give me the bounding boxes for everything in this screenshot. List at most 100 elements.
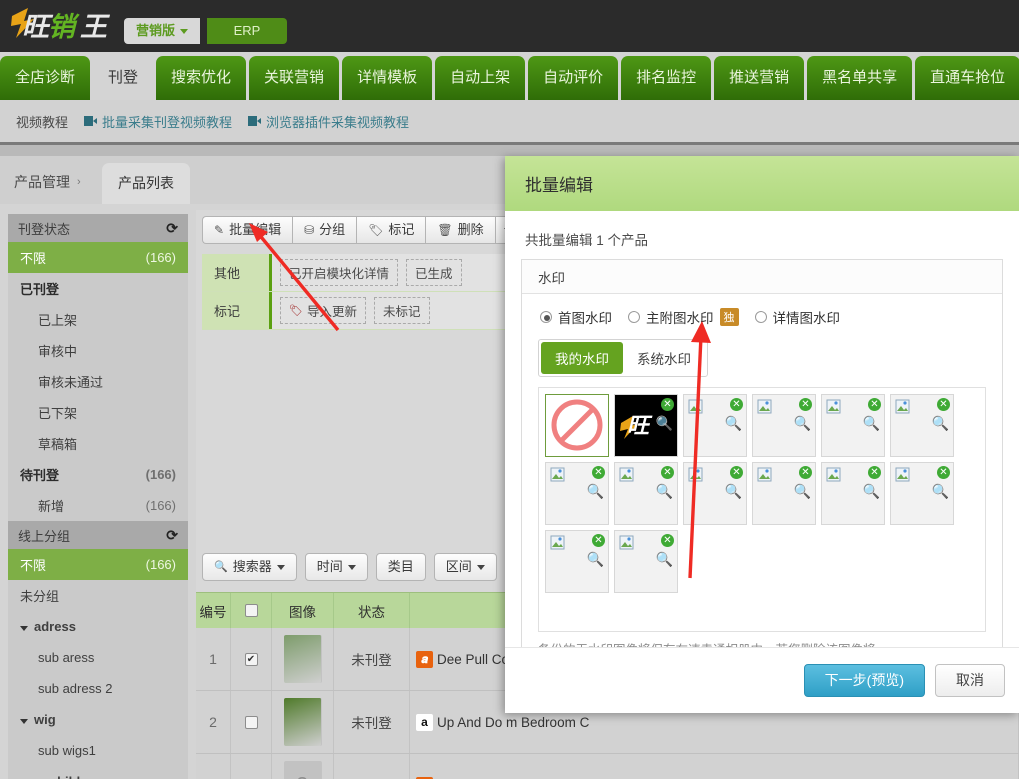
caret-down-icon[interactable] (20, 719, 28, 724)
col-header-select-all[interactable] (231, 593, 272, 628)
sidebar-item-1-4[interactable]: sub adress 2 (8, 673, 188, 704)
video-link-batch[interactable]: 批量采集刊登视频教程 (84, 112, 232, 131)
sidebar-item-0-4[interactable]: 审核未通过 (8, 366, 188, 397)
nav-tab-4[interactable]: 详情模板 (342, 56, 433, 100)
watermark-thumbnail-4[interactable]: ✕ 🔍 (821, 394, 885, 457)
refresh-icon[interactable]: ⟳ (166, 220, 178, 237)
sidebar-item-0-7[interactable]: 待刊登 (166) (8, 459, 188, 490)
video-link-plugin[interactable]: 浏览器插件采集视频教程 (248, 112, 409, 131)
delete-icon[interactable]: ✕ (868, 398, 881, 411)
watermark-thumbnail-5[interactable]: ✕ 🔍 (890, 394, 954, 457)
watermark-thumbnail-3[interactable]: ✕ 🔍 (752, 394, 816, 457)
watermark-thumbnail-6[interactable]: ✕ 🔍 (545, 462, 609, 525)
search-filter-button-1[interactable]: 时间 (304, 553, 368, 581)
toolbar-button-sitemap[interactable]: ⛁ 分组 (292, 216, 357, 244)
row-checkbox[interactable]: ✔ (244, 652, 258, 666)
watermark-thumbnail-0[interactable] (545, 394, 609, 457)
cell-checkbox[interactable]: ✔ (231, 628, 272, 690)
watermark-radio-2[interactable]: 详情图水印 (754, 307, 840, 327)
erp-button[interactable]: ERP (207, 18, 287, 44)
zoom-icon[interactable]: 🔍 (656, 415, 673, 432)
sidebar-item-0-1[interactable]: 已刊登 (8, 273, 188, 304)
watermark-radio-0[interactable]: 首图水印 (540, 307, 612, 327)
sidebar-item-0-5[interactable]: 已下架 (8, 397, 188, 428)
cell-checkbox[interactable] (231, 691, 272, 753)
delete-icon[interactable]: ✕ (592, 466, 605, 479)
delete-icon[interactable]: ✕ (868, 466, 881, 479)
sidebar-item-0-0[interactable]: 不限 (166) (8, 242, 188, 273)
delete-icon[interactable]: ✕ (937, 398, 950, 411)
radio-button-icon[interactable] (628, 311, 640, 323)
zoom-icon[interactable]: 🔍 (725, 415, 742, 432)
zoom-icon[interactable]: 🔍 (932, 415, 949, 432)
refresh-icon[interactable]: ⟳ (166, 527, 178, 544)
nav-tab-6[interactable]: 自动评价 (528, 56, 619, 100)
delete-icon[interactable]: ✕ (730, 466, 743, 479)
nav-tab-3[interactable]: 关联营销 (249, 56, 340, 100)
nav-tab-7[interactable]: 排名监控 (621, 56, 712, 100)
toolbar-button-trash[interactable]: 🗑 删除 (425, 216, 495, 244)
version-selector[interactable]: 营销版 (124, 18, 201, 44)
zoom-icon[interactable]: 🔍 (794, 483, 811, 500)
nav-tab-9[interactable]: 黑名单共享 (807, 56, 913, 100)
zoom-icon[interactable]: 🔍 (863, 483, 880, 500)
breadcrumb-root[interactable]: 产品管理 (14, 172, 70, 192)
sidebar-item-1-0[interactable]: 不限 (166) (8, 549, 188, 580)
delete-icon[interactable]: ✕ (937, 466, 950, 479)
delete-icon[interactable]: ✕ (799, 466, 812, 479)
watermark-thumbnail-13[interactable]: ✕ 🔍 (614, 530, 678, 593)
cell-checkbox[interactable] (231, 754, 272, 779)
watermark-thumbnail-2[interactable]: ✕ 🔍 (683, 394, 747, 457)
filter-chip[interactable]: 已生成 (406, 259, 462, 286)
tab-product-list[interactable]: 产品列表 (102, 163, 190, 204)
sidebar-item-1-5[interactable]: wig (8, 704, 188, 735)
filter-chip[interactable]: 🏷 导入更新 (280, 297, 366, 324)
watermark-thumbnail-1[interactable]: 旺 ✕ 🔍 (614, 394, 678, 457)
filter-chip[interactable]: 未标记 (373, 297, 430, 324)
toolbar-button-edit[interactable]: ✎ 批量编辑 (202, 216, 293, 244)
nav-tab-1[interactable]: 刊登 (93, 56, 154, 100)
zoom-icon[interactable]: 🔍 (794, 415, 811, 432)
radio-button-icon[interactable] (754, 311, 767, 323)
nav-tab-8[interactable]: 推送营销 (714, 56, 805, 100)
sidebar-item-0-2[interactable]: 已上架 (8, 304, 188, 335)
watermark-thumbnail-11[interactable]: ✕ 🔍 (890, 462, 954, 525)
search-filter-button-2[interactable]: 类目 (375, 553, 426, 581)
sidebar-item-1-7[interactable]: nochild group (8, 766, 188, 779)
zoom-icon[interactable]: 🔍 (863, 415, 880, 432)
table-row[interactable]: 3? 未刊登𝒂Product Fou (196, 754, 1019, 779)
nav-tab-0[interactable]: 全店诊断 (0, 56, 91, 100)
toolbar-button-tag[interactable]: 🏷 标记 (356, 216, 426, 244)
watermark-radio-1[interactable]: 主附图水印独 (628, 307, 739, 327)
delete-icon[interactable]: ✕ (592, 534, 605, 547)
sidebar-item-1-1[interactable]: 未分组 (8, 580, 188, 611)
zoom-icon[interactable]: 🔍 (587, 551, 604, 568)
search-filter-button-3[interactable]: 区间 (433, 553, 497, 581)
sidebar-item-1-2[interactable]: adress (8, 611, 188, 642)
sidebar-item-0-6[interactable]: 草稿箱 (8, 428, 188, 459)
caret-down-icon[interactable] (20, 626, 28, 631)
row-checkbox[interactable] (244, 715, 258, 729)
sidebar-item-1-3[interactable]: sub aress (8, 642, 188, 673)
sidebar-item-0-8[interactable]: 新增 (166) (8, 490, 188, 521)
watermark-thumbnail-9[interactable]: ✕ 🔍 (752, 462, 816, 525)
zoom-icon[interactable]: 🔍 (656, 483, 673, 500)
watermark-thumbnail-7[interactable]: ✕ 🔍 (614, 462, 678, 525)
sidebar-item-1-6[interactable]: sub wigs1 (8, 735, 188, 766)
sidebar-item-0-3[interactable]: 审核中 (8, 335, 188, 366)
delete-icon[interactable]: ✕ (661, 466, 674, 479)
delete-icon[interactable]: ✕ (661, 398, 674, 411)
nav-tab-10[interactable]: 直通车抢位 (915, 56, 1019, 100)
zoom-icon[interactable]: 🔍 (656, 551, 673, 568)
nav-tab-2[interactable]: 搜索优化 (156, 56, 247, 100)
delete-icon[interactable]: ✕ (799, 398, 812, 411)
watermark-source-tab-1[interactable]: 系统水印 (623, 342, 705, 374)
search-filter-button-0[interactable]: 🔍 搜索器 (202, 553, 297, 581)
delete-icon[interactable]: ✕ (730, 398, 743, 411)
radio-button-icon[interactable] (540, 311, 552, 323)
delete-icon[interactable]: ✕ (661, 534, 674, 547)
select-all-checkbox[interactable] (244, 604, 258, 617)
nav-tab-5[interactable]: 自动上架 (435, 56, 526, 100)
cancel-button[interactable]: 取消 (935, 664, 1005, 697)
zoom-icon[interactable]: 🔍 (932, 483, 949, 500)
